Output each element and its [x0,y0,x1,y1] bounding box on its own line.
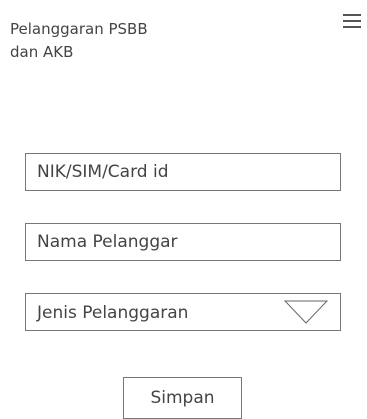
menu-line [343,14,361,16]
hamburger-menu-icon[interactable] [343,13,361,30]
nama-pelanggar-input[interactable] [25,223,341,261]
jenis-pelanggaran-select[interactable]: Jenis Pelanggaran [25,293,341,331]
simpan-button[interactable]: Simpan [123,377,242,419]
nik-sim-card-id-input[interactable] [25,153,341,191]
menu-line [343,20,361,22]
triangle-down-icon [284,300,328,324]
page-title: Pelanggaran PSBB dan AKB [10,20,148,61]
menu-line [343,26,361,28]
jenis-pelanggaran-value: Jenis Pelanggaran [37,303,189,323]
